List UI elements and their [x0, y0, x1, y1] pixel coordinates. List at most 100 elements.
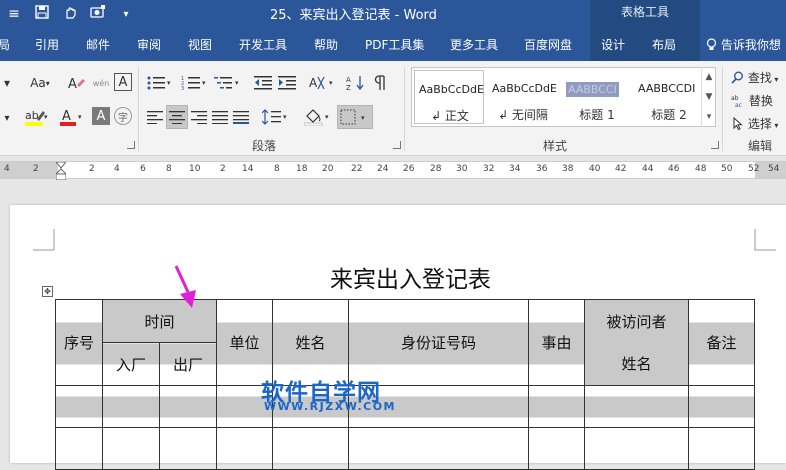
find-button[interactable]: 查找 ▾	[731, 69, 778, 86]
table-move-handle-icon[interactable]: ✥	[42, 286, 53, 297]
horizontal-ruler[interactable]: 4 2 2 4 6 8 10 2 14 8 18 20 22 24 26 28 …	[0, 161, 786, 180]
ruler-tick: 34	[509, 164, 521, 174]
table-cell[interactable]	[102, 385, 160, 428]
quick-access-toolbar: ≡ ▾	[0, 0, 140, 28]
table-cell[interactable]	[584, 427, 689, 470]
tab-mailings[interactable]: 邮件	[86, 36, 110, 53]
save-icon[interactable]	[28, 5, 56, 23]
show-formatting-marks-icon[interactable]	[370, 73, 390, 93]
ruler-tick: 18	[296, 164, 308, 174]
table-cell[interactable]	[159, 385, 217, 428]
shading-icon[interactable]: ▾	[303, 107, 333, 127]
table-cell[interactable]	[584, 385, 689, 428]
select-label: 选择	[747, 117, 772, 131]
svg-text:▾: ▾	[167, 79, 171, 87]
decrease-indent-icon[interactable]	[252, 73, 274, 93]
replace-button[interactable]: ab ac 替换	[731, 92, 773, 109]
tab-developer[interactable]: 开发工具	[239, 36, 287, 53]
table-cell[interactable]	[528, 385, 585, 428]
ribbon-tabs: 局 引用 邮件 审阅 视图 开发工具 帮助 PDF工具集 更多工具 百度网盘 设…	[0, 28, 786, 61]
character-shading-icon[interactable]: A	[92, 107, 110, 125]
document-page[interactable]: 来宾出入登记表 ✥ 序号 时间 单位 姓名 身份证号码 事由 被访问者 姓名 备…	[10, 205, 786, 470]
table-cell[interactable]	[688, 427, 755, 470]
ruler-tick: 2	[220, 164, 226, 174]
increase-indent-icon[interactable]	[276, 73, 298, 93]
line-spacing-icon[interactable]: ▾	[260, 107, 292, 127]
style-no-spacing[interactable]: AaBbCcDdE ↲ 无间隔	[488, 70, 558, 124]
header-seq[interactable]: 序号	[55, 299, 103, 386]
table-cell[interactable]	[348, 427, 529, 470]
ribbon-collapse-icon[interactable]: ≡	[0, 6, 28, 22]
chinese-layout-icon[interactable]: A ▾	[308, 73, 338, 93]
numbering-icon[interactable]: 1 2 3 ▾	[180, 73, 210, 93]
font-dialog-launcher-icon[interactable]	[127, 141, 135, 149]
header-note[interactable]: 备注	[688, 299, 755, 386]
tab-references[interactable]: 引用	[35, 36, 59, 53]
header-reason-label: 事由	[541, 334, 572, 352]
touch-mode-icon[interactable]	[56, 5, 84, 23]
table-cell[interactable]	[216, 427, 273, 470]
group-separator	[138, 67, 139, 151]
table-cell[interactable]	[272, 427, 349, 470]
multilevel-list-icon[interactable]: ▾	[213, 73, 243, 93]
tab-review[interactable]: 审阅	[137, 36, 161, 53]
align-right-icon[interactable]	[189, 107, 209, 127]
indent-marker-icon[interactable]	[56, 162, 66, 180]
tab-more-tools[interactable]: 更多工具	[450, 36, 498, 53]
tab-baidu-netdisk[interactable]: 百度网盘	[524, 36, 572, 53]
header-in[interactable]: 入厂	[102, 342, 160, 386]
table-cell[interactable]	[55, 385, 103, 428]
scroll-up-icon[interactable]: ▲	[702, 67, 716, 87]
font-dropdown-arrow-icon[interactable]: ▾	[0, 73, 14, 93]
tab-help[interactable]: 帮助	[314, 36, 338, 53]
character-border-icon[interactable]: A	[114, 73, 132, 91]
justify-icon[interactable]	[210, 107, 230, 127]
table-cell[interactable]	[55, 427, 103, 470]
change-case-button[interactable]: Aa ▾	[22, 73, 58, 93]
align-center-button[interactable]	[166, 105, 188, 129]
ruler-tick: 14	[242, 164, 254, 174]
ruler-tick: 42	[615, 164, 627, 174]
table-tools-title: 表格工具	[590, 0, 700, 28]
header-reason[interactable]: 事由	[528, 299, 585, 386]
table-cell[interactable]	[688, 385, 755, 428]
enclose-characters-icon[interactable]: 字	[114, 107, 132, 125]
header-out[interactable]: 出厂	[159, 342, 217, 386]
paragraph-dialog-launcher-icon[interactable]	[393, 141, 401, 149]
registration-table[interactable]: 序号 时间 单位 姓名 身份证号码 事由 被访问者 姓名 备注 入厂 出厂	[55, 299, 755, 470]
styles-group-label: 样式	[543, 139, 568, 153]
clear-formatting-icon[interactable]: A	[66, 73, 88, 93]
ruler-tick: 2	[33, 164, 39, 174]
distributed-icon[interactable]	[231, 107, 251, 127]
highlight-color-button[interactable]: ab ▾	[22, 107, 54, 127]
style-heading-1[interactable]: AABBCCI 标题 1	[562, 70, 632, 124]
screenshot-icon[interactable]	[84, 5, 112, 23]
text-effects-arrow-icon[interactable]: ▾	[0, 108, 14, 128]
tab-table-layout[interactable]: 布局	[652, 36, 676, 53]
tab-table-design[interactable]: 设计	[601, 36, 625, 53]
style-normal[interactable]: AaBbCcDdE ↲ 正文	[414, 70, 484, 124]
tell-me-search[interactable]: 告诉我你想	[706, 36, 781, 53]
phonetic-guide-button[interactable]: wén	[90, 73, 112, 93]
table-cell[interactable]	[102, 427, 160, 470]
sort-icon[interactable]: AZ	[345, 73, 367, 93]
align-left-icon[interactable]	[145, 107, 165, 127]
tab-pdf-tools[interactable]: PDF工具集	[365, 36, 424, 53]
svg-text:▾: ▾	[329, 79, 333, 87]
table-cell[interactable]	[159, 427, 217, 470]
style-heading-2[interactable]: AABBCCDI 标题 2	[634, 70, 704, 124]
bullets-icon[interactable]: ▾	[145, 73, 175, 93]
scroll-down-icon[interactable]: ▼	[702, 87, 716, 107]
table-cell[interactable]	[528, 427, 585, 470]
header-visited-person[interactable]: 被访问者 姓名	[584, 299, 689, 386]
styles-scroll[interactable]: ▲ ▼ ▾	[701, 67, 716, 127]
select-button[interactable]: 选择 ▾	[731, 115, 778, 132]
tab-view[interactable]: 视图	[188, 36, 212, 53]
customize-qat-icon[interactable]: ▾	[112, 9, 140, 20]
tab-layout-partial[interactable]: 局	[0, 36, 10, 53]
styles-dialog-launcher-icon[interactable]	[711, 141, 719, 149]
borders-button[interactable]: ▾	[337, 105, 373, 129]
font-color-button[interactable]: A ▾	[58, 107, 86, 127]
ruler-tick: 46	[668, 164, 680, 174]
more-styles-icon[interactable]: ▾	[702, 107, 716, 127]
